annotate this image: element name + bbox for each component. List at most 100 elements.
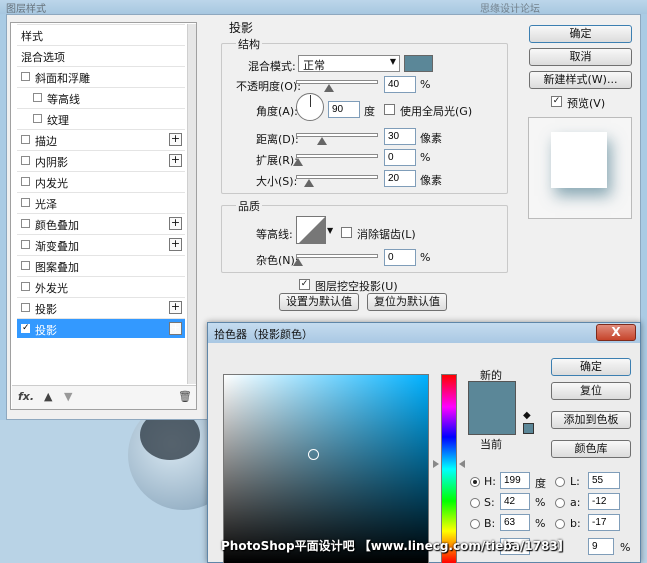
style-checkbox[interactable] [33, 93, 42, 102]
size-slider-thumb[interactable] [304, 179, 314, 187]
opacity-slider-track[interactable] [296, 80, 378, 84]
distance-input[interactable] [384, 128, 416, 145]
opacity-input[interactable] [384, 76, 416, 93]
style-checkbox[interactable] [21, 198, 30, 207]
spread-slider-thumb[interactable] [293, 158, 303, 166]
hue-slider[interactable] [441, 374, 457, 563]
style-list-item[interactable]: ✓ 投影 + [17, 318, 185, 338]
style-list-item[interactable]: 内发光 [17, 171, 185, 191]
brightness-input[interactable] [500, 514, 530, 531]
style-list-item[interactable]: 描边 + [17, 129, 185, 149]
style-list-item[interactable]: 图案叠加 [17, 255, 185, 275]
antialias-checkbox[interactable] [341, 227, 352, 238]
b-channel-input[interactable] [588, 514, 620, 531]
add-to-swatches-button[interactable]: 添加到色板 [551, 411, 631, 429]
fx-icon[interactable]: fx. [18, 390, 34, 403]
move-up-icon[interactable]: ▲ [44, 390, 52, 403]
contour-picker[interactable] [296, 216, 326, 244]
color-picker-titlebar[interactable]: 拾色器（投影颜色） X [208, 323, 640, 343]
style-checkbox[interactable] [21, 72, 30, 81]
distance-slider-track[interactable] [296, 133, 378, 137]
noise-slider-track[interactable] [296, 254, 378, 258]
style-list-item[interactable]: 光泽 [17, 192, 185, 212]
move-down-icon[interactable]: ▼ [64, 390, 72, 403]
opacity-slider-thumb[interactable] [324, 84, 334, 92]
add-effect-plus-icon[interactable]: + [169, 238, 182, 251]
blend-mode-select[interactable]: 正常 ▼ [298, 55, 400, 72]
gamut-warning-cube-icon[interactable]: ◆ [523, 410, 531, 421]
style-checkbox[interactable] [21, 303, 30, 312]
add-effect-plus-icon[interactable]: + [169, 133, 182, 146]
preview-checkbox[interactable]: ✓ [551, 96, 562, 107]
style-list-item-label: 内发光 [35, 177, 68, 190]
style-list-item[interactable]: 内阴影 + [17, 150, 185, 170]
color-selector-ring[interactable] [308, 449, 319, 460]
global-light-checkbox[interactable] [384, 104, 395, 115]
color-libraries-button[interactable]: 颜色库 [551, 440, 631, 458]
lightness-input[interactable] [588, 472, 620, 489]
add-effect-plus-icon[interactable]: + [169, 154, 182, 167]
saturation-brightness-field[interactable] [223, 374, 429, 563]
brightness-radio[interactable] [470, 519, 480, 529]
new-style-button[interactable]: 新建样式(W)... [529, 71, 632, 89]
close-button[interactable]: X [596, 324, 636, 341]
saturation-unit: % [535, 496, 546, 509]
style-checkbox[interactable] [21, 156, 30, 165]
knockout-label: 图层挖空投影(U) [315, 280, 398, 293]
add-effect-plus-icon[interactable]: + [169, 301, 182, 314]
size-input[interactable] [384, 170, 416, 187]
add-effect-plus-icon[interactable]: + [169, 217, 182, 230]
add-effect-plus-icon[interactable]: + [169, 322, 182, 335]
a-channel-input[interactable] [588, 493, 620, 510]
hue-input[interactable] [500, 472, 530, 489]
hue-slider-right-arrow[interactable] [459, 460, 465, 468]
style-list-item[interactable]: 颜色叠加 + [17, 213, 185, 233]
b-channel-radio[interactable] [555, 519, 565, 529]
style-checkbox[interactable] [21, 219, 30, 228]
saturation-radio[interactable] [470, 498, 480, 508]
shadow-color-swatch[interactable] [404, 55, 433, 72]
a-channel-radio[interactable] [555, 498, 565, 508]
angle-dial[interactable] [296, 93, 324, 121]
picker-reset-button[interactable]: 复位 [551, 382, 631, 400]
style-checkbox[interactable] [33, 114, 42, 123]
cyan-input[interactable] [588, 538, 614, 555]
style-list-item[interactable]: 渐变叠加 + [17, 234, 185, 254]
picker-ok-button[interactable]: 确定 [551, 358, 631, 376]
knockout-checkbox[interactable]: ✓ [299, 279, 310, 290]
saturation-input[interactable] [500, 493, 530, 510]
trash-icon[interactable]: 🗑 [178, 390, 192, 403]
spread-slider-track[interactable] [296, 154, 378, 158]
style-checkbox[interactable] [21, 177, 30, 186]
style-list-item[interactable]: 纹理 [17, 108, 185, 128]
style-list-item[interactable]: 外发光 [17, 276, 185, 296]
blend-mode-label: 混合模式: [248, 60, 296, 73]
noise-input[interactable] [384, 249, 416, 266]
style-list-item[interactable]: 斜面和浮雕 [17, 66, 185, 86]
style-list-item[interactable]: 样式 [17, 24, 185, 44]
lightness-radio[interactable] [555, 477, 565, 487]
style-list-item[interactable]: 投影 + [17, 297, 185, 317]
angle-input[interactable] [328, 101, 360, 118]
distance-slider-thumb[interactable] [317, 137, 327, 145]
style-list-item[interactable]: 混合选项 [17, 45, 185, 65]
style-checkbox[interactable] [21, 135, 30, 144]
hue-radio[interactable] [470, 477, 480, 487]
angle-dial-needle [310, 95, 311, 107]
style-checkbox[interactable] [21, 282, 30, 291]
make-default-button[interactable]: 设置为默认值 [279, 293, 359, 311]
style-checkbox[interactable] [21, 240, 30, 249]
web-safe-color-icon[interactable] [523, 423, 534, 434]
style-checkbox[interactable] [21, 261, 30, 270]
chevron-down-icon[interactable]: ▼ [327, 226, 333, 235]
noise-slider-thumb[interactable] [293, 258, 303, 266]
style-checkbox[interactable]: ✓ [21, 324, 30, 333]
hue-slider-left-arrow[interactable] [433, 460, 439, 468]
cancel-button[interactable]: 取消 [529, 48, 632, 66]
ok-button[interactable]: 确定 [529, 25, 632, 43]
spread-input[interactable] [384, 149, 416, 166]
style-list-item[interactable]: 等高线 [17, 87, 185, 107]
window-titlebar[interactable]: 图层样式 思缘设计论坛 [0, 0, 647, 15]
reset-default-button[interactable]: 复位为默认值 [367, 293, 447, 311]
style-list-scrollbar[interactable] [187, 24, 196, 384]
